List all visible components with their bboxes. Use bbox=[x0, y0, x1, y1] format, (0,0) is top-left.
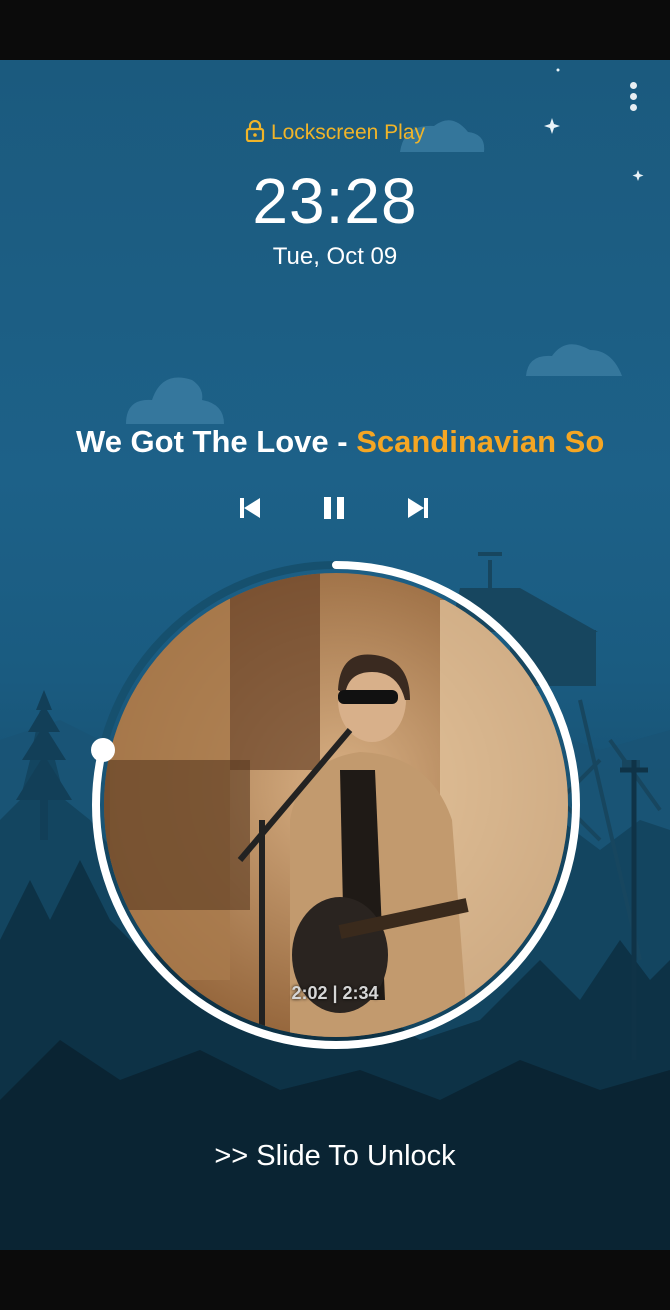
playback-time: 2:02 | 2:34 bbox=[291, 983, 379, 1003]
progress-dial bbox=[91, 561, 580, 1049]
slide-to-unlock[interactable]: >> Slide To Unlock bbox=[0, 1140, 670, 1173]
navigation-bar bbox=[0, 1250, 670, 1310]
progress-thumb[interactable] bbox=[91, 738, 115, 762]
lockscreen: Lockscreen Play 23:28 Tue, Oct 09 We Got… bbox=[0, 0, 670, 1310]
